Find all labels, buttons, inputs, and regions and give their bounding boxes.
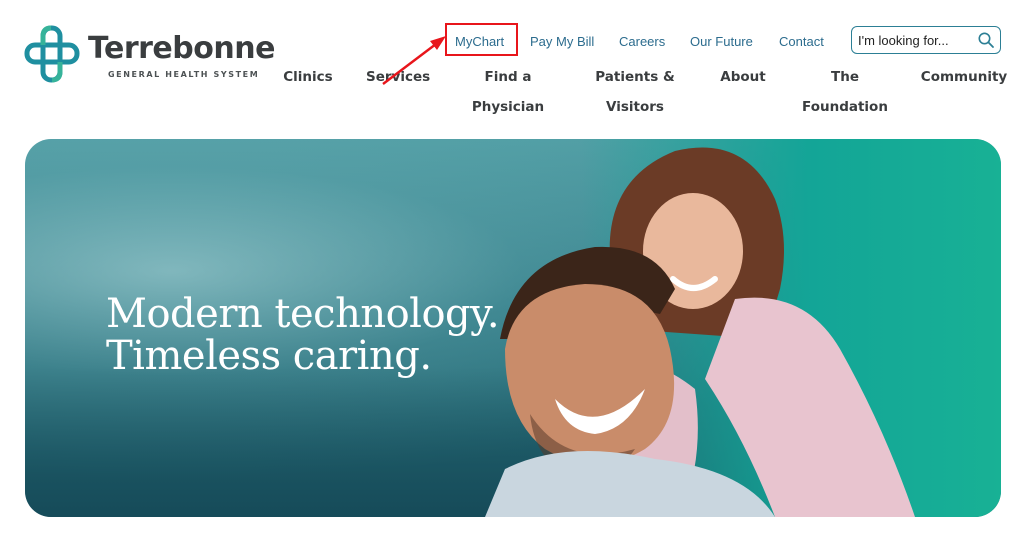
nav-item-label-line2: Foundation — [802, 99, 888, 115]
hero-photo-father-daughter — [485, 147, 915, 517]
nav-item-label: Services — [366, 69, 431, 85]
nav-item-label-line2: Physician — [471, 99, 545, 115]
hero-heading: Modern technology. Timeless caring. — [106, 293, 526, 377]
hero-heading-line2: Timeless caring. — [106, 333, 432, 379]
hero-heading-line1: Modern technology. — [106, 291, 500, 337]
utility-link-our-future[interactable]: Our Future — [690, 34, 753, 49]
nav-item-label: About — [720, 69, 766, 85]
nav-item-clinics[interactable]: Clinics — [280, 62, 336, 92]
utility-link-careers[interactable]: Careers — [619, 34, 665, 49]
logo-name: Terrebonne — [88, 31, 275, 66]
nav-item-patients-visitors[interactable]: Patients & Visitors — [593, 62, 677, 122]
hero-banner: Modern technology. Timeless caring. — [25, 139, 1001, 517]
logo-cross-icon — [24, 25, 80, 83]
nav-item-about[interactable]: About — [715, 62, 771, 92]
utility-link-pay-my-bill[interactable]: Pay My Bill — [530, 34, 594, 49]
utility-link-contact[interactable]: Contact — [779, 34, 824, 49]
site-logo[interactable]: Terrebonne GENERAL HEALTH SYSTEM — [24, 25, 275, 85]
nav-item-services[interactable]: Services — [366, 62, 430, 92]
site-search — [851, 26, 1001, 54]
nav-item-label-line2: Visitors — [606, 99, 664, 115]
nav-item-community[interactable]: Community — [920, 62, 1008, 92]
search-icon[interactable] — [977, 31, 995, 49]
nav-item-the-foundation[interactable]: The Foundation — [800, 62, 890, 122]
nav-item-label: Clinics — [283, 69, 333, 85]
utility-link-mychart[interactable]: MyChart — [455, 34, 504, 49]
logo-subtitle: GENERAL HEALTH SYSTEM — [108, 70, 260, 79]
nav-item-find-a-physician[interactable]: Find a Physician — [470, 62, 546, 122]
nav-item-label: The — [831, 69, 859, 85]
nav-item-label: Find a — [484, 69, 532, 85]
search-input[interactable] — [858, 30, 976, 50]
nav-item-label: Patients & — [595, 69, 675, 85]
nav-item-label: Community — [920, 69, 1008, 85]
